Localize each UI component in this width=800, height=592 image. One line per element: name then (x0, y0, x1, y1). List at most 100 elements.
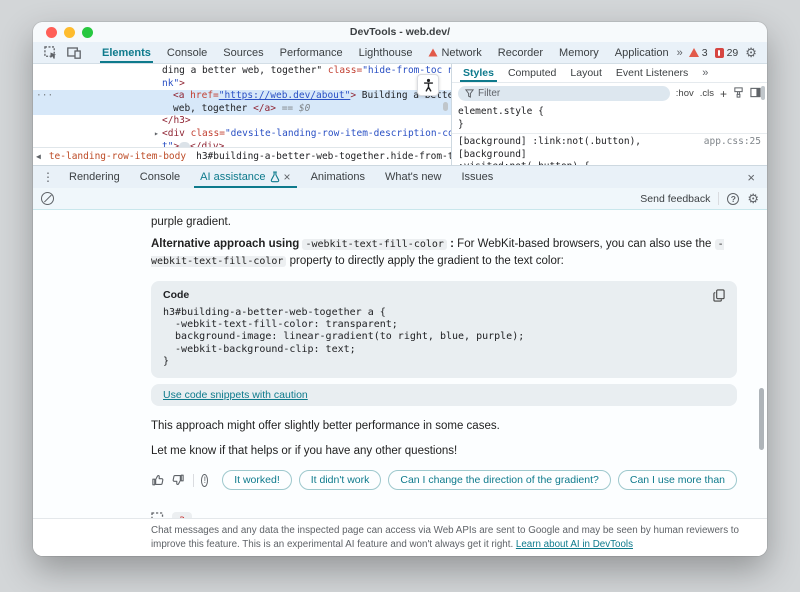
breadcrumb-item[interactable]: te-landing-row-item-body (44, 151, 191, 162)
tab-layout[interactable]: Layout (563, 64, 609, 82)
issue-icon (715, 48, 724, 58)
close-drawer-icon[interactable]: × (739, 166, 763, 188)
tab-lighthouse[interactable]: Lighthouse (351, 42, 421, 63)
tab-application[interactable]: Application (607, 42, 677, 63)
copy-code-icon[interactable] (713, 289, 725, 302)
drawer-kebab-menu-icon[interactable]: ⋮ (37, 166, 59, 188)
accessibility-person-icon[interactable] (417, 74, 439, 96)
element-style-rule[interactable]: element.style { (458, 106, 761, 119)
assistant-message-tail: purple gradient. (151, 216, 737, 228)
chat-scrollbar-thumb[interactable] (759, 388, 764, 450)
tab-performance[interactable]: Performance (272, 42, 351, 63)
select-element-icon[interactable] (151, 512, 166, 518)
css-source-link[interactable]: app.css:25 (704, 136, 761, 149)
ai-settings-gear-icon[interactable]: ⚙ (747, 192, 759, 205)
tab-elements[interactable]: Elements (94, 42, 159, 63)
report-icon[interactable]: ! (201, 474, 208, 487)
kebab-menu-icon[interactable]: ⋮ (764, 46, 767, 60)
tab-styles[interactable]: Styles (456, 64, 501, 82)
learn-about-ai-link[interactable]: Learn about AI in DevTools (516, 539, 633, 550)
styles-panel: Styles Computed Layout Event Listeners »… (451, 64, 767, 165)
tab-computed[interactable]: Computed (501, 64, 563, 82)
css-rule-selector[interactable]: app.css:25[background] :link:not(.button… (458, 136, 761, 161)
suggestion-chip[interactable]: Can I change the direction of the gradie… (388, 470, 610, 490)
code-caution-strip: Use code snippets with caution (151, 384, 737, 406)
toggle-classes-button[interactable]: .cls (700, 88, 714, 99)
suggestion-chip[interactable]: It worked! (222, 470, 292, 490)
tree-row-selected[interactable]: web, together </a> == $0 (33, 103, 451, 116)
tree-row[interactable]: ding a better web, together" class="hide… (33, 65, 451, 78)
expand-arrow-icon[interactable]: ▸ (154, 128, 159, 141)
href-link[interactable]: "https://web.dev/about" (219, 90, 351, 101)
drawer-tab-rendering[interactable]: Rendering (59, 166, 130, 188)
code-caution-link[interactable]: Use code snippets with caution (163, 389, 308, 401)
rendering-emulation-icon[interactable] (733, 87, 744, 101)
tree-row[interactable]: </h3> (33, 115, 451, 128)
inspect-element-icon[interactable] (39, 42, 62, 63)
issues-badge[interactable]: 29 (715, 47, 739, 59)
new-style-rule-button[interactable]: + (720, 87, 727, 101)
settings-gear-icon[interactable]: ⚙ (745, 46, 757, 59)
feedback-row: ! It worked! It didn't work Can I change… (151, 470, 737, 490)
tab-network[interactable]: Network (420, 42, 489, 63)
code-block-title: Code (163, 289, 189, 301)
clear-chat-icon[interactable] (41, 192, 54, 205)
context-row: a (151, 512, 737, 518)
tab-event-listeners[interactable]: Event Listeners (609, 64, 695, 82)
ai-assistance-toolbar: Send feedback ? ⚙ (33, 188, 767, 210)
tree-row[interactable]: ▸<div class="devsite-landing-row-item-de… (33, 128, 451, 141)
ai-chat-content: purple gradient. Alternative approach us… (33, 210, 767, 518)
ai-disclaimer-footer: Chat messages and any data the inspected… (33, 518, 767, 556)
drawer-tab-issues[interactable]: Issues (452, 166, 504, 188)
help-icon[interactable]: ? (727, 193, 739, 205)
more-panels-icon[interactable]: » (677, 47, 682, 59)
tab-memory[interactable]: Memory (551, 42, 607, 63)
thumbs-up-icon[interactable] (151, 473, 165, 487)
row-more-dots[interactable]: ··· (36, 90, 53, 103)
send-feedback-link[interactable]: Send feedback (640, 193, 710, 205)
code-block-card: Code h3#building-a-better-web-together a… (151, 281, 737, 378)
suggestion-chip[interactable]: Can I use more than (618, 470, 737, 490)
filter-funnel-icon (465, 89, 474, 98)
breadcrumb-left-arrow-icon[interactable]: ◀ (33, 152, 44, 161)
assistant-paragraph: Let me know if that helps or if you have… (151, 443, 737, 460)
suggestion-chips: It worked! It didn't work Can I change t… (222, 470, 737, 490)
rule-divider (452, 133, 767, 134)
tab-console[interactable]: Console (159, 42, 215, 63)
code-block-content[interactable]: h3#building-a-better-web-together a { -w… (163, 307, 725, 369)
main-toolbar: Elements Console Sources Performance Lig… (33, 42, 767, 64)
experiment-flask-icon (270, 171, 280, 183)
selected-element-chip[interactable]: a (172, 512, 192, 518)
elements-panel: ding a better web, together" class="hide… (33, 64, 451, 165)
panels-region: ding a better web, together" class="hide… (33, 64, 767, 165)
styles-scrollbar-thumb[interactable] (761, 86, 765, 100)
tab-recorder[interactable]: Recorder (490, 42, 551, 63)
tree-row[interactable]: nk"> (33, 78, 451, 91)
tab-sources[interactable]: Sources (215, 42, 271, 63)
dom-tree: ding a better web, together" class="hide… (33, 64, 451, 147)
warnings-badge[interactable]: 3 (689, 47, 708, 59)
toggle-hover-state-button[interactable]: :hov (676, 88, 694, 99)
title-bar: DevTools - web.dev/ (33, 22, 767, 42)
breadcrumb-item[interactable]: h3#building-a-better-web-together.hide-f… (191, 151, 451, 162)
drawer-tab-animations[interactable]: Animations (301, 166, 375, 188)
drawer-tab-whats-new[interactable]: What's new (375, 166, 452, 188)
network-warning-icon (429, 48, 438, 56)
style-rules: element.style { } app.css:25[background]… (452, 104, 767, 165)
close-tab-icon[interactable]: × (284, 170, 291, 184)
drawer-tab-console[interactable]: Console (130, 166, 190, 188)
elements-scrollbar-thumb[interactable] (443, 102, 448, 111)
sidebar-position-icon[interactable] (750, 87, 761, 101)
styles-filter-row: Filter :hov .cls + (452, 83, 767, 104)
window-title: DevTools - web.dev/ (33, 26, 767, 38)
suggestion-chip[interactable]: It didn't work (299, 470, 382, 490)
tree-row-selected[interactable]: ···<a href="https://web.dev/about"> Buil… (33, 90, 451, 103)
device-toolbar-icon[interactable] (62, 42, 86, 63)
drawer-tab-ai-assistance[interactable]: AI assistance × (190, 166, 300, 188)
more-sidebar-tabs-icon[interactable]: » (695, 64, 714, 82)
styles-filter-input[interactable]: Filter (458, 86, 670, 101)
warning-triangle-icon (689, 48, 699, 57)
thumbs-down-icon[interactable] (171, 473, 185, 487)
devtools-window: DevTools - web.dev/ Elements Console Sou… (33, 22, 767, 556)
toolbar-divider (718, 192, 719, 205)
